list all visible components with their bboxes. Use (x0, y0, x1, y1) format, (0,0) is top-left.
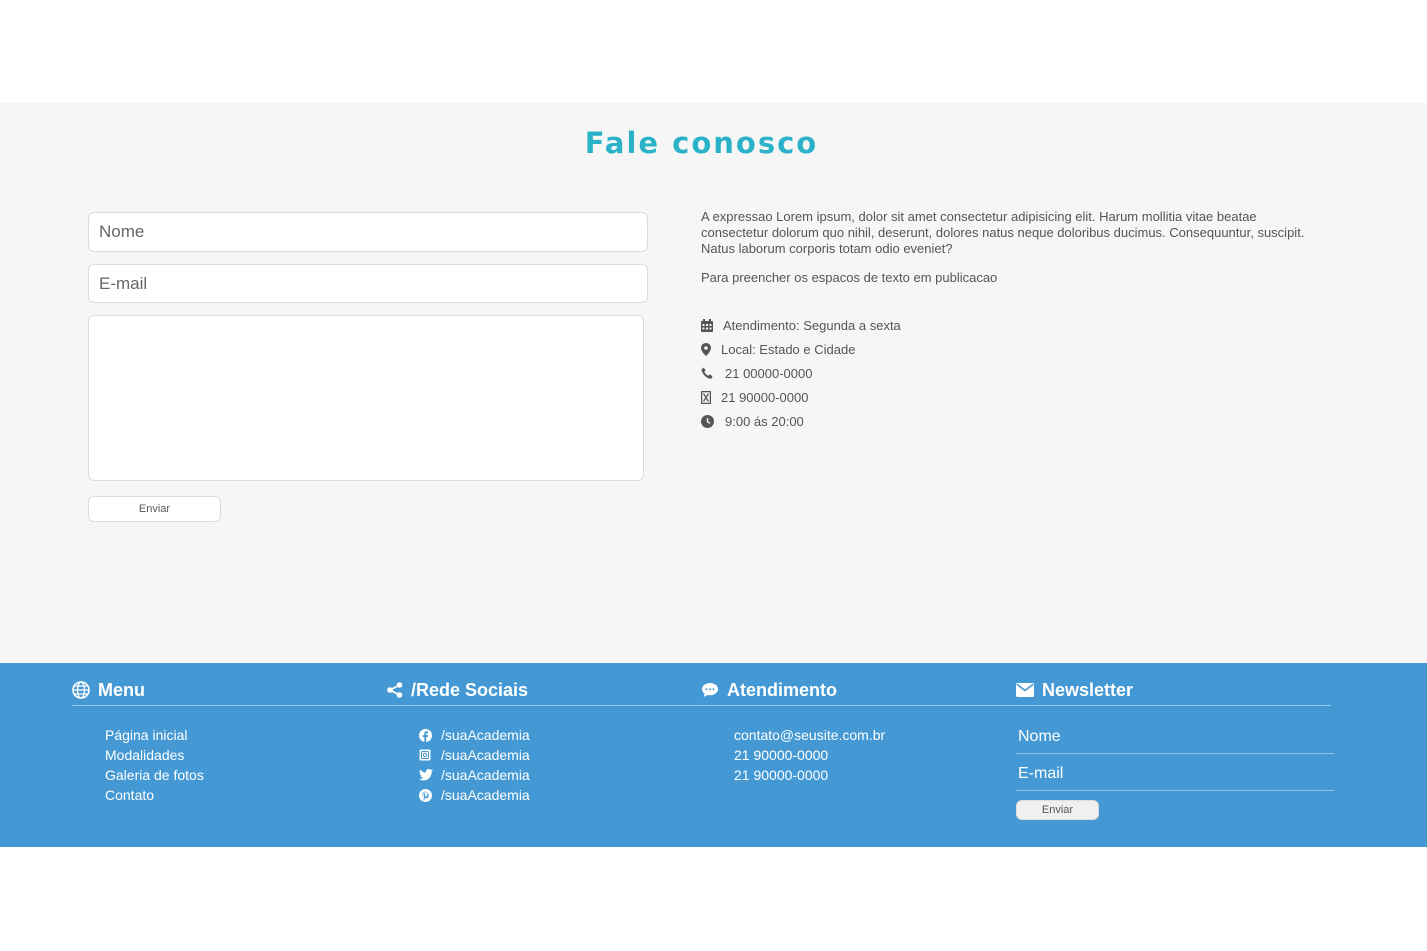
footer-menu-list: Página inicial Modalidades Galeria de fo… (105, 725, 204, 805)
email-field[interactable] (88, 264, 648, 303)
contact-info-list: Atendimento: Segunda a sexta Local: Esta… (701, 313, 901, 433)
footer-menu-link[interactable]: Galeria de fotos (105, 767, 204, 783)
social-link[interactable]: /suaAcademia (441, 747, 530, 763)
footer-heading-label: Menu (98, 679, 145, 700)
footer-menu-link[interactable]: Contato (105, 787, 154, 803)
phone-icon (701, 366, 721, 380)
info-text: 9:00 ás 20:00 (725, 413, 804, 429)
map-pin-icon (701, 342, 717, 356)
share-icon (387, 682, 403, 698)
footer-menu-item[interactable]: Contato (105, 785, 204, 805)
envelope-icon (1016, 683, 1034, 697)
footer-heading-label: Atendimento (727, 679, 837, 700)
chat-icon (701, 682, 719, 698)
info-item-hours: 9:00 ás 20:00 (701, 409, 901, 433)
footer-menu-item[interactable]: Página inicial (105, 725, 204, 745)
info-text: Local: Estado e Cidade (721, 341, 856, 357)
twitter-icon (419, 769, 435, 781)
footer-heading-label: Newsletter (1042, 679, 1134, 700)
atendimento-phone: 21 90000-0000 (734, 747, 829, 763)
footer-atendimento-list: contato@seusite.com.br 21 90000-0000 21 … (734, 725, 885, 785)
message-field[interactable] (88, 315, 644, 481)
footer-heading-label: /Rede Sociais (411, 679, 529, 700)
social-link[interactable]: /suaAcademia (441, 787, 530, 803)
footer-social-heading: /Rede Sociais (387, 679, 528, 701)
footer-menu-item[interactable]: Galeria de fotos (105, 765, 204, 785)
clock-icon (701, 414, 721, 428)
social-item-twitter[interactable]: /suaAcademia (419, 765, 530, 785)
social-item-pinterest[interactable]: /suaAcademia (419, 785, 530, 805)
social-link[interactable]: /suaAcademia (441, 727, 530, 743)
footer-menu-item[interactable]: Modalidades (105, 745, 204, 765)
mobile-icon (701, 390, 717, 404)
footer-menu-link[interactable]: Página inicial (105, 727, 188, 743)
info-item-location: Local: Estado e Cidade (701, 337, 901, 361)
footer-menu-heading: Menu (72, 679, 145, 701)
footer-atendimento-heading: Atendimento (701, 679, 837, 701)
info-item-mobile: 21 90000-0000 (701, 385, 901, 409)
instagram-icon (419, 749, 435, 761)
pinterest-icon (419, 788, 435, 802)
newsletter-email-field[interactable] (1016, 757, 1334, 791)
footer-divider (72, 705, 1331, 706)
info-text: Atendimento: Segunda a sexta (723, 317, 901, 333)
social-item-instagram[interactable]: /suaAcademia (419, 745, 530, 765)
footer-social-list: /suaAcademia /suaAcademia /suaAcademia /… (419, 725, 530, 805)
facebook-icon (419, 728, 435, 742)
contact-subtext: Para preencher os espacos de texto em pu… (701, 270, 998, 285)
social-item-facebook[interactable]: /suaAcademia (419, 725, 530, 745)
atendimento-phone: 21 90000-0000 (734, 767, 829, 783)
page-title: Fale conosco (584, 126, 819, 160)
contact-description: A expressao Lorem ipsum, dolor sit amet … (701, 209, 1305, 256)
info-text: 21 90000-0000 (721, 389, 809, 405)
newsletter-send-button[interactable]: Enviar (1016, 800, 1099, 820)
footer-newsletter-heading: Newsletter (1016, 679, 1133, 701)
send-button[interactable]: Enviar (88, 496, 221, 522)
name-field[interactable] (88, 212, 648, 252)
info-item-schedule: Atendimento: Segunda a sexta (701, 313, 901, 337)
calendar-icon (701, 318, 719, 332)
info-item-phone: 21 00000-0000 (701, 361, 901, 385)
globe-icon (72, 681, 90, 699)
atendimento-email: contato@seusite.com.br (734, 727, 886, 743)
social-link[interactable]: /suaAcademia (441, 767, 530, 783)
footer-menu-link[interactable]: Modalidades (105, 747, 184, 763)
info-text: 21 00000-0000 (725, 365, 813, 381)
newsletter-name-field[interactable] (1016, 720, 1334, 754)
